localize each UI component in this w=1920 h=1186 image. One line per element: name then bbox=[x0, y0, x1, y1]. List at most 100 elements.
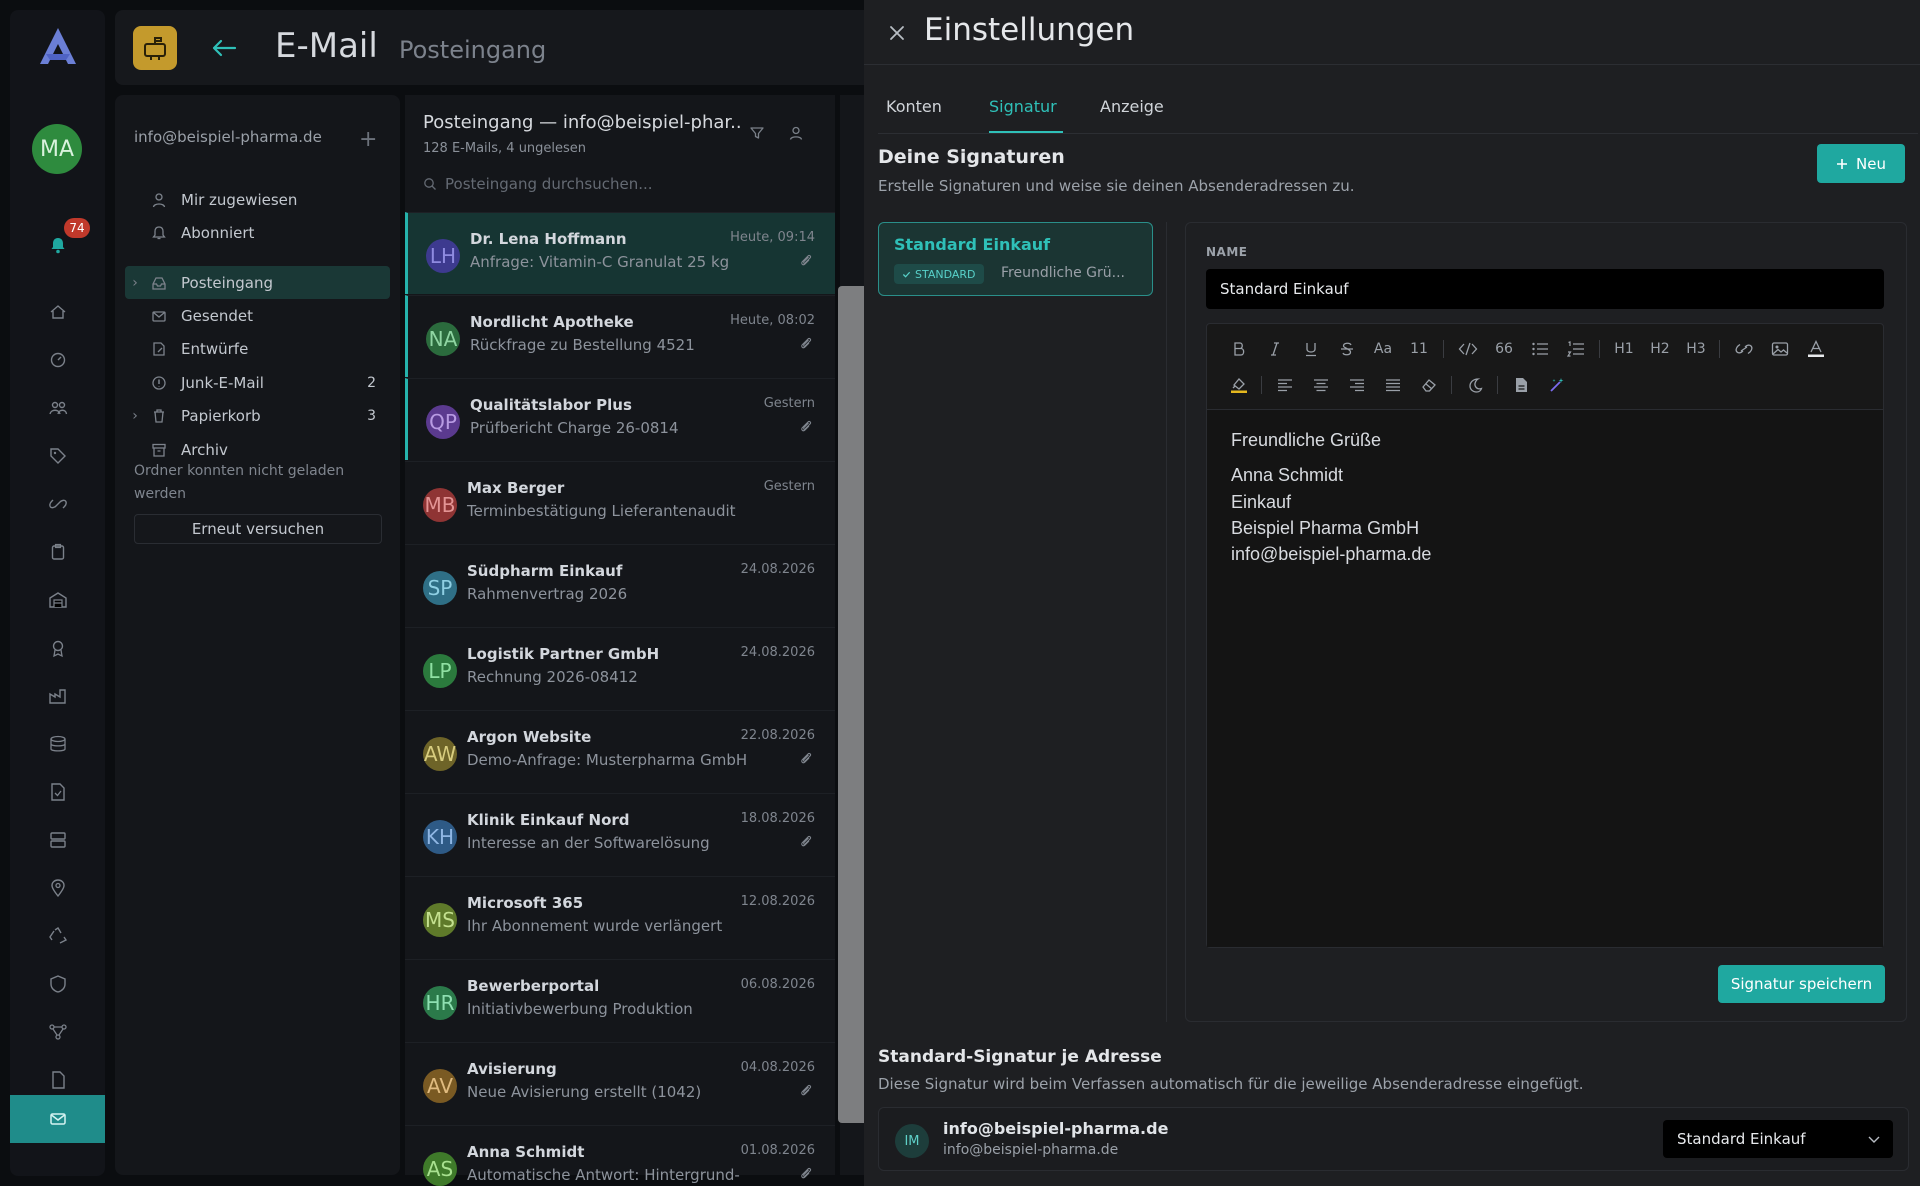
font-size-button[interactable]: Aa bbox=[1369, 334, 1397, 364]
tag-icon[interactable] bbox=[48, 446, 68, 466]
address-email: info@beispiel-pharma.de bbox=[943, 1142, 1119, 1158]
email-list-item[interactable]: NA Nordlicht Apotheke Rückfrage zu Bestell… bbox=[405, 295, 835, 377]
users-icon[interactable] bbox=[48, 398, 68, 418]
link-icon[interactable] bbox=[48, 494, 68, 514]
page-subtitle: Posteingang bbox=[399, 36, 547, 64]
draft-icon bbox=[151, 341, 171, 357]
retry-button[interactable]: Erneut versuchen bbox=[134, 514, 382, 544]
new-signature-button[interactable]: Neu bbox=[1817, 144, 1905, 183]
folder-item[interactable]: Mir zugewiesen bbox=[125, 183, 390, 216]
address-name: info@beispiel-pharma.de bbox=[943, 1119, 1169, 1138]
assign-person-icon[interactable] bbox=[788, 125, 804, 141]
bell-icon bbox=[151, 225, 171, 241]
file-icon[interactable] bbox=[48, 1070, 68, 1090]
folder-item[interactable]: Abonniert bbox=[125, 216, 390, 249]
email-subject: Anfrage: Vitamin-C Granulat 25 kg bbox=[470, 253, 730, 271]
email-date: Gestern bbox=[763, 396, 815, 411]
dashboard-icon[interactable] bbox=[48, 350, 68, 370]
factory-icon[interactable] bbox=[48, 686, 68, 706]
sender-name: Nordlicht Apotheke bbox=[470, 313, 634, 331]
tab-anzeige[interactable]: Anzeige bbox=[1100, 97, 1164, 116]
bullet-list-icon[interactable] bbox=[1527, 334, 1553, 364]
close-icon[interactable] bbox=[886, 22, 908, 44]
notifications-icon[interactable] bbox=[48, 235, 68, 255]
save-signature-button[interactable]: Signatur speichern bbox=[1718, 965, 1885, 1003]
document-icon[interactable] bbox=[1509, 370, 1533, 400]
folder-item[interactable]: › Posteingang bbox=[125, 266, 390, 299]
align-justify-icon[interactable] bbox=[1381, 370, 1405, 400]
magic-wand-icon[interactable] bbox=[1545, 370, 1569, 400]
align-right-icon[interactable] bbox=[1345, 370, 1369, 400]
email-list-item[interactable]: AV Avisierung Neue Avisierung erstellt (10… bbox=[405, 1042, 835, 1124]
heading-2-button[interactable]: H2 bbox=[1647, 334, 1673, 364]
home-icon[interactable] bbox=[48, 302, 68, 322]
align-left-icon[interactable] bbox=[1273, 370, 1297, 400]
folder-item[interactable]: Junk-E-Mail 2 bbox=[125, 366, 390, 399]
document-check-icon[interactable] bbox=[48, 782, 68, 802]
align-center-icon[interactable] bbox=[1309, 370, 1333, 400]
signature-name-input[interactable]: Standard Einkauf bbox=[1206, 269, 1884, 309]
email-list-item[interactable]: HR Bewerberportal Initiativbewerbung Produ… bbox=[405, 959, 835, 1041]
warehouse-icon[interactable] bbox=[48, 590, 68, 610]
email-list-item[interactable]: MB Max Berger Terminbestätigung Lieferante… bbox=[405, 461, 835, 543]
server-icon[interactable] bbox=[48, 830, 68, 850]
signature-line: info@beispiel-pharma.de bbox=[1231, 544, 1432, 564]
folder-item[interactable]: Gesendet bbox=[125, 299, 390, 332]
filter-icon[interactable] bbox=[749, 125, 765, 141]
image-icon[interactable] bbox=[1767, 334, 1793, 364]
email-list-item[interactable]: LH Dr. Lena Hoffmann Anfrage: Vitamin-C Gr… bbox=[405, 212, 835, 294]
numbered-list-icon[interactable] bbox=[1563, 334, 1589, 364]
folder-item[interactable]: Entwürfe bbox=[125, 332, 390, 365]
dark-mode-icon[interactable] bbox=[1463, 370, 1487, 400]
attachment-icon bbox=[799, 336, 813, 350]
email-list-item[interactable]: LP Logistik Partner GmbH Rechnung 2026-084… bbox=[405, 627, 835, 709]
award-icon[interactable] bbox=[48, 638, 68, 658]
folder-item[interactable]: › Papierkorb 3 bbox=[125, 399, 390, 432]
shield-icon[interactable] bbox=[48, 974, 68, 994]
chevron-right-icon[interactable]: › bbox=[125, 408, 145, 424]
italic-icon[interactable] bbox=[1263, 334, 1287, 364]
highlight-color-icon[interactable] bbox=[1227, 370, 1251, 400]
stack-icon[interactable] bbox=[48, 734, 68, 754]
heading-3-button[interactable]: H3 bbox=[1683, 334, 1709, 364]
email-list-item[interactable]: AW Argon Website Demo-Anfrage: Musterpharm… bbox=[405, 710, 835, 792]
sender-name: Max Berger bbox=[467, 479, 565, 497]
search-input[interactable]: Posteingang durchsuchen... bbox=[445, 175, 653, 193]
user-avatar[interactable]: MA bbox=[32, 124, 82, 174]
clear-format-icon[interactable] bbox=[1417, 370, 1441, 400]
back-arrow-icon[interactable] bbox=[211, 36, 237, 60]
email-list-item[interactable]: AS Anna Schmidt Automatische Antwort: Hint… bbox=[405, 1125, 835, 1186]
quote-button[interactable]: 66 bbox=[1491, 334, 1517, 364]
strikethrough-icon[interactable] bbox=[1335, 334, 1359, 364]
tab-konten[interactable]: Konten bbox=[886, 97, 942, 116]
mail-search[interactable]: Posteingang durchsuchen... bbox=[423, 175, 653, 193]
location-icon[interactable] bbox=[48, 878, 68, 898]
email-subject: Prüfbericht Charge 26-0814 bbox=[470, 419, 679, 437]
email-list-item[interactable]: SP Südpharm Einkauf Rahmenvertrag 2026 24.0… bbox=[405, 544, 835, 626]
recycle-icon[interactable] bbox=[48, 926, 68, 946]
email-subject: Ihr Abonnement wurde verlängert bbox=[467, 917, 723, 935]
app-logo[interactable] bbox=[34, 24, 82, 72]
heading-1-button[interactable]: H1 bbox=[1611, 334, 1637, 364]
bold-icon[interactable] bbox=[1227, 334, 1251, 364]
add-folder-button[interactable]: + bbox=[359, 127, 377, 152]
network-icon[interactable] bbox=[48, 1022, 68, 1042]
signature-card[interactable]: Standard Einkauf STANDARD Freundliche Gr… bbox=[878, 222, 1153, 296]
link-icon[interactable] bbox=[1731, 334, 1757, 364]
toolbar-separator bbox=[1719, 340, 1720, 358]
text-color-icon[interactable] bbox=[1803, 334, 1829, 364]
clipboard-icon[interactable] bbox=[48, 542, 68, 562]
account-label: info@beispiel-pharma.de bbox=[134, 128, 322, 146]
signature-body[interactable]: Freundliche Grüße Anna Schmidt Einkauf B… bbox=[1207, 409, 1883, 947]
code-icon[interactable] bbox=[1455, 334, 1481, 364]
underline-icon[interactable] bbox=[1299, 334, 1323, 364]
email-list-item[interactable]: MS Microsoft 365 Ihr Abonnement wurde verl… bbox=[405, 876, 835, 958]
font-size-value[interactable]: 11 bbox=[1405, 334, 1433, 364]
signature-select[interactable]: Standard Einkauf bbox=[1663, 1120, 1893, 1158]
email-list-item[interactable]: KH Klinik Einkauf Nord Interesse an der So… bbox=[405, 793, 835, 875]
email-list-item[interactable]: QP Qualitätslabor Plus Prüfbericht Charge … bbox=[405, 378, 835, 460]
chevron-right-icon[interactable]: › bbox=[125, 275, 145, 291]
nav-mail[interactable] bbox=[10, 1095, 105, 1143]
address-row: IM info@beispiel-pharma.de info@beispiel… bbox=[878, 1107, 1909, 1171]
tab-signatur[interactable]: Signatur bbox=[989, 97, 1057, 116]
